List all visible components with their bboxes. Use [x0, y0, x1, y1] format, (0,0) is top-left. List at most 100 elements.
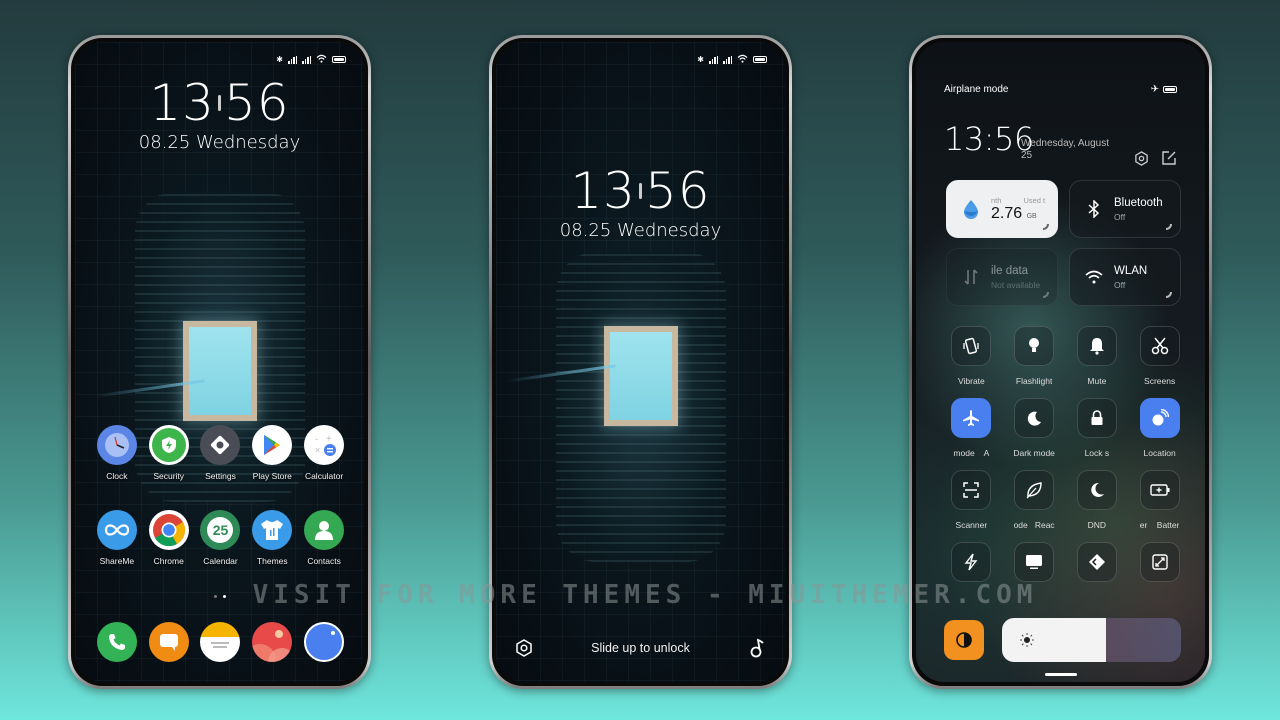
lock-date: 08.25 Wednesday: [559, 220, 722, 241]
water-drop-icon: [961, 199, 981, 219]
hexagon-settings-icon[interactable]: [514, 638, 534, 658]
toggle-performance[interactable]: [940, 542, 1003, 582]
app-calculator[interactable]: - + × Calculator: [298, 425, 350, 481]
dock-browser[interactable]: [298, 622, 350, 662]
cc-date: Wednesday, August 25: [1021, 138, 1110, 161]
app-contacts[interactable]: Contacts: [298, 510, 350, 566]
message-icon: [148, 622, 189, 662]
toggle-airplane-mode[interactable]: mode A: [940, 398, 1003, 458]
toggle-floating-window[interactable]: [1128, 542, 1191, 582]
toggle-location[interactable]: Location: [1128, 398, 1191, 458]
toggle-lock-screen[interactable]: Lock s: [1066, 398, 1129, 458]
toggle-scanner[interactable]: Scanner: [940, 470, 1003, 530]
app-security[interactable]: Security: [143, 425, 195, 481]
toggle-screenshot[interactable]: Screens: [1128, 326, 1191, 386]
bluetooth-icon: [1084, 200, 1104, 218]
home-clock: 13 56: [75, 74, 364, 132]
dock-phone[interactable]: [91, 622, 143, 662]
bluetooth-icon: ✱: [276, 55, 283, 64]
phone-icon: [96, 622, 137, 662]
brightness-row: [944, 618, 1181, 662]
toggle-mute[interactable]: Mute: [1066, 326, 1129, 386]
browser-icon: [304, 622, 345, 662]
settings-icon[interactable]: [1133, 150, 1149, 166]
clock-minute: 56: [224, 74, 290, 132]
clock-hour: 13: [570, 162, 636, 220]
dock-notes[interactable]: [195, 622, 247, 662]
home-screen: ✱ 13 56 08.25 Wednesday Clock Security S…: [75, 42, 364, 682]
tile-wlan[interactable]: WLAN Off: [1069, 248, 1181, 306]
signal-icon: [288, 55, 297, 64]
page-dot[interactable]: [213, 595, 217, 598]
scanner-icon: [951, 470, 992, 510]
quick-ball-icon: [1076, 542, 1117, 582]
battery-icon: [1163, 86, 1177, 93]
toggle-cast[interactable]: [1003, 542, 1066, 582]
music-note-icon[interactable]: [747, 638, 767, 658]
toggle-battery-saver[interactable]: er Batter: [1128, 470, 1191, 530]
app-label: ShareMe: [99, 556, 135, 566]
app-label: Play Store: [252, 471, 292, 481]
app-clock[interactable]: Clock: [91, 425, 143, 481]
bluetooth-icon: ✱: [697, 55, 704, 64]
location-icon: [1139, 398, 1180, 438]
toggle-vibrate[interactable]: Vibrate: [940, 326, 1003, 386]
play-store-icon: [252, 425, 293, 465]
brightness-slider[interactable]: [1002, 618, 1181, 662]
floating-window-icon: [1139, 542, 1180, 582]
quick-toggles: Vibrate Flashlight Mute Screens mode A ★…: [940, 326, 1191, 582]
shield-bolt-icon: [148, 425, 189, 465]
brightness-fill: [1002, 618, 1106, 662]
toggle-quick-ball[interactable]: [1066, 542, 1129, 582]
tile-bluetooth[interactable]: Bluetooth Off: [1069, 180, 1181, 238]
app-label: Security: [153, 471, 185, 481]
svg-text:★: ★: [1028, 412, 1033, 419]
wallpaper: [496, 42, 785, 682]
lock-clock: 13 56: [496, 162, 785, 220]
phone-home-screen: ✱ 13 56 08.25 Wednesday Clock Security S…: [68, 35, 371, 689]
toggle-dark-mode[interactable]: ★ Dark mode: [1003, 398, 1066, 458]
home-indicator[interactable]: [1044, 673, 1077, 676]
toggle-flashlight[interactable]: Flashlight: [1003, 326, 1066, 386]
app-settings[interactable]: Settings: [195, 425, 247, 481]
toggle-dnd[interactable]: DND: [1066, 470, 1129, 530]
dock: [91, 622, 350, 662]
cast-icon: [1014, 542, 1055, 582]
phone-lock-screen: ✱ 13 56 08.25 Wednesday Slide up to unloc…: [489, 35, 792, 689]
sun-icon: [1020, 633, 1034, 652]
contact-icon: [304, 510, 345, 550]
app-label: Contacts: [307, 556, 341, 566]
app-shareme[interactable]: ShareMe: [91, 510, 143, 566]
lock-screen[interactable]: ✱ 13 56 08.25 Wednesday Slide up to unloc…: [496, 42, 785, 682]
app-calendar[interactable]: 25 Calendar: [195, 510, 247, 566]
app-themes[interactable]: Themes: [246, 510, 298, 566]
toggle-reading-mode[interactable]: ode Reac: [1003, 470, 1066, 530]
tile-mobile-data[interactable]: ile data Not available: [946, 248, 1058, 306]
clock-minute: 56: [645, 162, 711, 220]
calculator-icon: - + ×: [304, 425, 345, 465]
page-indicator[interactable]: [75, 595, 364, 598]
infinity-icon: [96, 510, 137, 550]
app-label: Calendar: [203, 556, 238, 566]
dark-mode-icon: ★: [1014, 398, 1055, 438]
unlock-hint: Slide up to unlock: [591, 641, 690, 655]
page-dot-active[interactable]: [222, 595, 226, 598]
dock-gallery[interactable]: [246, 622, 298, 662]
auto-brightness-button[interactable]: [944, 620, 984, 660]
app-chrome[interactable]: Chrome: [143, 510, 195, 566]
wifi-icon: [737, 54, 748, 65]
dock-messages[interactable]: [143, 622, 195, 662]
settings-icon: [200, 425, 241, 465]
notes-icon: [200, 622, 241, 662]
airplane-mode-label: Airplane mode: [944, 84, 1009, 95]
app-label: Settings: [205, 471, 236, 481]
calendar-icon: 25: [200, 510, 241, 550]
moon-icon: [1076, 470, 1117, 510]
expand-corner-icon: [1043, 292, 1049, 298]
tile-data-usage[interactable]: nth Used t 2.76 GB: [946, 180, 1058, 238]
wifi-icon: [316, 54, 327, 65]
app-play-store[interactable]: Play Store: [246, 425, 298, 481]
edit-icon[interactable]: [1161, 150, 1177, 166]
lock-bottom-bar: Slide up to unlock: [514, 638, 767, 658]
wifi-icon: [1084, 270, 1104, 284]
